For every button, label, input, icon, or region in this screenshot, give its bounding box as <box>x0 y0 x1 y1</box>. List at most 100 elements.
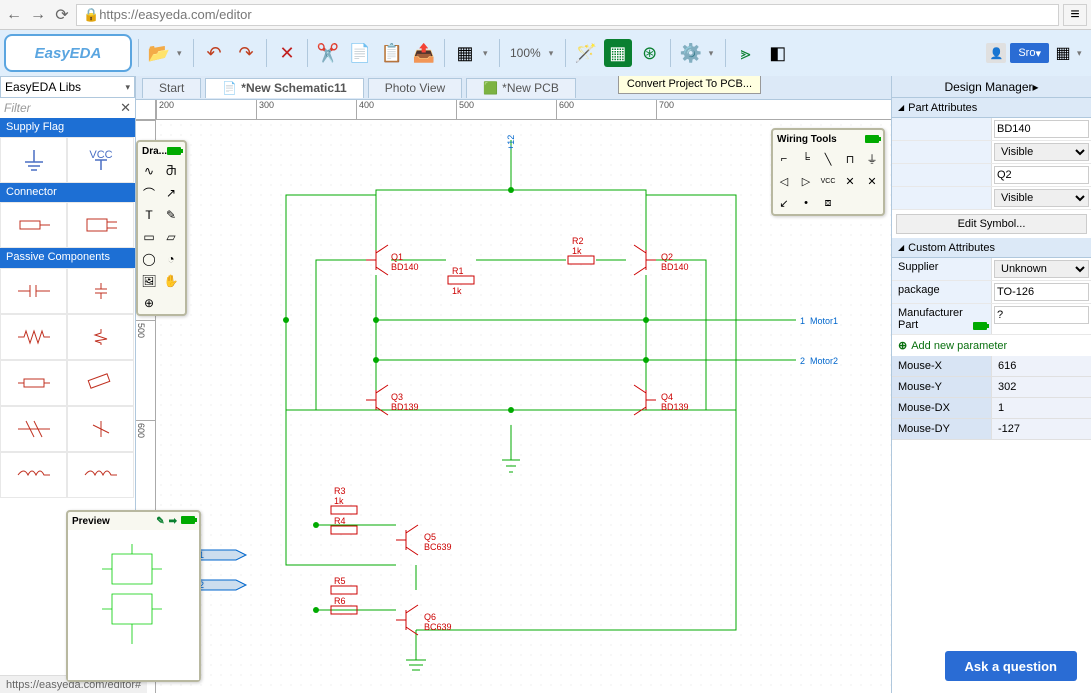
undo-icon[interactable]: ↶ <box>200 39 228 67</box>
drawing-tools-panel[interactable]: Dra... ∿Ⴋ ⌒↗ T✎ ▭▱ ◯◔ 🖼✋ ⊕ <box>136 140 187 316</box>
align-dd[interactable]: ▾ <box>483 48 493 59</box>
mouse-dy-label: Mouse-DY <box>892 419 992 439</box>
wire-tool-icon[interactable]: ⌐ <box>773 148 795 170</box>
grid-prefs-icon[interactable]: ▦ <box>1053 43 1073 63</box>
wire2-tool-icon[interactable]: ↙ <box>773 192 795 214</box>
svg-text:Q4: Q4 <box>661 392 673 402</box>
open-dd[interactable]: ▾ <box>177 48 187 59</box>
image-tool-icon[interactable]: 🖼 <box>138 270 160 292</box>
tab-photo[interactable]: Photo View <box>368 78 463 98</box>
reload-button[interactable]: ⟳ <box>52 5 72 25</box>
preview-panel[interactable]: Preview✎➡ <box>66 510 201 682</box>
text-tool-icon[interactable]: T <box>138 204 160 226</box>
nc-tool-icon[interactable]: ✕ <box>839 170 861 192</box>
align-icon[interactable]: ▦ <box>451 39 479 67</box>
supplier-select[interactable]: Unknown <box>994 260 1089 278</box>
svg-text:Q5: Q5 <box>424 532 436 542</box>
open-folder-icon[interactable]: 📂 <box>145 39 173 67</box>
group-tool-icon[interactable]: ⧈ <box>817 192 839 214</box>
forward-button[interactable]: → <box>28 5 48 25</box>
gear-icon[interactable]: ⚙️ <box>677 39 705 67</box>
mfr-input[interactable] <box>994 306 1089 324</box>
gnd-tool-icon[interactable]: ⏚ <box>861 148 883 170</box>
attr-visible-select[interactable]: Visible <box>994 189 1089 207</box>
lib-item-ind[interactable] <box>67 406 134 452</box>
avatar[interactable]: 👤 <box>986 43 1006 63</box>
pie-tool-icon[interactable]: ◔ <box>160 248 182 270</box>
delete-icon[interactable]: ✕ <box>273 39 301 67</box>
origin-tool-icon[interactable]: ⊕ <box>138 292 160 314</box>
lib-item-cap[interactable] <box>0 268 67 314</box>
lib-item-res[interactable] <box>67 314 134 360</box>
arc-tool-icon[interactable]: ⌒ <box>138 182 160 204</box>
lib-item-ind[interactable] <box>0 452 67 498</box>
browser-menu[interactable]: ≡ <box>1063 4 1087 26</box>
tab-start[interactable]: Start <box>142 78 201 98</box>
lib-section-header[interactable]: Connector <box>0 183 135 202</box>
user-menu[interactable]: Sro ▾ <box>1010 43 1049 63</box>
tab-schematic[interactable]: 📄*New Schematic11 <box>205 78 363 98</box>
lib-item-cap[interactable] <box>67 268 134 314</box>
lib-item-res[interactable] <box>67 360 134 406</box>
ellipse-tool-icon[interactable]: ◯ <box>138 248 160 270</box>
back-button[interactable]: ← <box>4 5 24 25</box>
part-attributes-header[interactable]: ◢Part Attributes <box>892 98 1091 118</box>
filter-clear-icon[interactable]: ✕ <box>120 100 131 116</box>
vcc-tool-icon[interactable]: VCC <box>817 170 839 192</box>
lib-section-header[interactable]: Supply Flag <box>0 118 135 137</box>
design-manager-button[interactable]: Design Manager ▸ <box>892 76 1091 98</box>
netlabel-tool-icon[interactable]: ⊓ <box>839 148 861 170</box>
copy-icon[interactable]: 📄 <box>346 39 374 67</box>
export-icon[interactable]: 📤 <box>410 39 438 67</box>
lib-item-res[interactable] <box>0 360 67 406</box>
junction-tool-icon[interactable]: • <box>795 192 817 214</box>
custom-attributes-header[interactable]: ◢Custom Attributes <box>892 238 1091 258</box>
attr-prefix-input[interactable] <box>994 166 1089 184</box>
mouse-dx-val: 1 <box>992 398 1091 418</box>
bezier-tool-icon[interactable]: Ⴋ <box>160 160 182 182</box>
zoom-dd[interactable]: ▾ <box>549 48 559 59</box>
lib-item-vcc[interactable]: VCC <box>67 137 134 183</box>
lib-item-res[interactable] <box>0 314 67 360</box>
preview-place-icon[interactable]: ➡ <box>169 516 177 527</box>
cut-icon[interactable]: ✂️ <box>314 39 342 67</box>
lib-item-ind[interactable] <box>67 452 134 498</box>
lib-section-header[interactable]: Passive Components <box>0 248 135 267</box>
add-parameter-button[interactable]: ⊕Add new parameter <box>892 335 1091 356</box>
lib-item-gnd[interactable] <box>0 137 67 183</box>
tab-pcb[interactable]: 🟩*New PCB <box>466 78 576 98</box>
contrast-icon[interactable]: ◧ <box>764 39 792 67</box>
attr-name-input[interactable] <box>994 120 1089 138</box>
lib-item-conn[interactable] <box>67 202 134 248</box>
package-input[interactable] <box>994 283 1089 301</box>
line-tool-icon[interactable]: ∿ <box>138 160 160 182</box>
edit-symbol-button[interactable]: Edit Symbol... <box>896 214 1087 234</box>
polygon-tool-icon[interactable]: ▱ <box>160 226 182 248</box>
ask-question-button[interactable]: Ask a question <box>945 651 1077 681</box>
arrow-tool-icon[interactable]: ↗ <box>160 182 182 204</box>
lib-item-conn[interactable] <box>0 202 67 248</box>
url-bar[interactable]: 🔒 https://easyeda.com/editor <box>76 4 1059 26</box>
paste-icon[interactable]: 📋 <box>378 39 406 67</box>
pan-tool-icon[interactable]: ✋ <box>160 270 182 292</box>
filter-input[interactable]: Filter <box>4 101 31 115</box>
pcb-icon[interactable]: ▦ <box>604 39 632 67</box>
busentry-tool-icon[interactable]: ╲ <box>817 148 839 170</box>
rect-tool-icon[interactable]: ▭ <box>138 226 160 248</box>
gerber-icon[interactable]: ⊛ <box>636 39 664 67</box>
wand-icon[interactable]: 🪄 <box>572 39 600 67</box>
lib-item-ind[interactable] <box>0 406 67 452</box>
gear-dd[interactable]: ▾ <box>709 48 719 59</box>
netport-tool-icon[interactable]: ◁ <box>773 170 795 192</box>
preview-edit-icon[interactable]: ✎ <box>156 516 164 527</box>
bus-tool-icon[interactable]: ╘ <box>795 148 817 170</box>
svg-text:2: 2 <box>800 356 805 366</box>
netflag-tool-icon[interactable]: ▷ <box>795 170 817 192</box>
pencil-tool-icon[interactable]: ✎ <box>160 204 182 226</box>
attr-visible-select[interactable]: Visible <box>994 143 1089 161</box>
wiring-tools-panel[interactable]: Wiring Tools ⌐╘╲⊓⏚ ◁▷VCC✕✕ ↙•⧈ <box>771 128 885 216</box>
cross-tool-icon[interactable]: ✕ <box>861 170 883 192</box>
redo-icon[interactable]: ↷ <box>232 39 260 67</box>
share-icon[interactable]: ⪢ <box>732 39 760 67</box>
libs-dropdown[interactable]: EasyEDA Libs▾ <box>0 76 135 98</box>
